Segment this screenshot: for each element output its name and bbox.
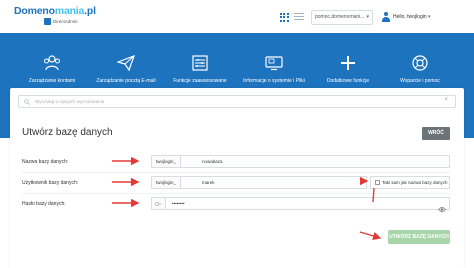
nav-item-system-files[interactable]: Informacje o systemie i Pliki xyxy=(234,53,314,84)
nav-item-accounts[interactable]: Zarządzanie kontami xyxy=(12,53,92,84)
system-files-icon xyxy=(234,53,314,73)
db-user-value: marek xyxy=(202,180,215,185)
same-as-db-name-checkbox[interactable] xyxy=(375,180,380,185)
logo-part-mania: mania xyxy=(54,5,85,17)
db-password-field[interactable]: •••••••• xyxy=(151,197,450,212)
page-title: Utwórz bazę danych xyxy=(22,127,113,138)
nav-label: Zarządzanie pocztą E-mail xyxy=(96,78,156,84)
close-icon[interactable]: × xyxy=(444,97,448,103)
accounts-icon xyxy=(12,53,92,73)
same-as-db-name-label: Taki sam jak nazwa bazy danych xyxy=(382,180,448,185)
screen: Domenomania.pl DirectAdmin pomoc.domenom… xyxy=(0,0,474,268)
plus-icon xyxy=(308,53,388,73)
db-name-field[interactable]: twojlogin_ nowabaza xyxy=(151,155,450,168)
nav-item-support[interactable]: Wsparcie i pomoc xyxy=(380,53,460,84)
back-button[interactable]: WRÓĆ xyxy=(422,127,450,140)
db-password-label: Hasło bazy danych: xyxy=(22,201,66,207)
lifebuoy-icon xyxy=(380,53,460,73)
divider xyxy=(22,172,450,173)
logo-subtitle: DirectAdmin xyxy=(53,19,78,24)
db-name-value: nowabaza xyxy=(202,159,223,164)
advanced-settings-icon xyxy=(160,53,240,73)
logo[interactable]: Domenomania.pl DirectAdmin xyxy=(14,5,96,25)
nav-item-email[interactable]: Zarządzanie pocztą E-mail xyxy=(86,53,166,84)
divider xyxy=(22,193,450,194)
nav-label: Dodatkowe funkcje xyxy=(326,78,370,84)
logo-part-pl: .pl xyxy=(84,5,96,17)
chevron-down-icon: ▾ xyxy=(428,14,431,20)
directadmin-icon xyxy=(44,18,51,25)
nav-label: Wsparcie i pomoc xyxy=(400,78,440,84)
user-icon xyxy=(381,12,390,22)
user-greeting: Hello, twojlogin xyxy=(393,14,427,20)
search-icon xyxy=(24,98,30,105)
create-database-button[interactable]: UTWÓRZ BAZĘ DANYCH xyxy=(388,230,450,244)
db-password-value: •••••••• xyxy=(172,201,185,206)
db-user-label: Użytkownik bazy danych: xyxy=(22,180,79,186)
eye-icon[interactable] xyxy=(438,200,446,218)
top-header: Domenomania.pl DirectAdmin pomoc.domenom… xyxy=(0,0,474,33)
domain-select-value: pomoc.domenomani... xyxy=(315,14,365,20)
key-icon[interactable] xyxy=(152,198,166,209)
db-user-prefix: twojlogin_ xyxy=(152,177,182,188)
paper-plane-icon xyxy=(86,53,166,73)
db-name-label: Nazwa bazy danych: xyxy=(22,159,69,165)
nav-item-advanced[interactable]: Funkcje zaawansowane xyxy=(160,53,240,84)
search-placeholder: Wyszukaj w opcjach wyszukiwania xyxy=(35,99,105,104)
list-view-icon[interactable] xyxy=(294,13,304,22)
grid-view-icon[interactable] xyxy=(280,13,289,22)
user-menu[interactable]: Hello, twojlogin ▾ xyxy=(393,14,431,20)
domain-select[interactable]: pomoc.domenomani... ▾ xyxy=(311,10,373,25)
search-input[interactable]: Wyszukaj w opcjach wyszukiwania × xyxy=(18,95,456,108)
nav-label: Zarządzanie kontami xyxy=(28,78,76,84)
db-name-prefix: twojlogin_ xyxy=(152,156,182,167)
same-as-db-name-option[interactable]: Taki sam jak nazwa bazy danych xyxy=(370,176,450,189)
chevron-down-icon: ▾ xyxy=(366,14,369,20)
nav-label: Funkcje zaawansowane xyxy=(173,78,227,84)
logo-part-domeno: Domeno xyxy=(14,5,55,17)
nav-label: Informacje o systemie i Pliki xyxy=(243,78,305,84)
db-user-field[interactable]: twojlogin_ marek xyxy=(151,176,367,189)
nav-item-extra[interactable]: Dodatkowe funkcje xyxy=(308,53,388,84)
